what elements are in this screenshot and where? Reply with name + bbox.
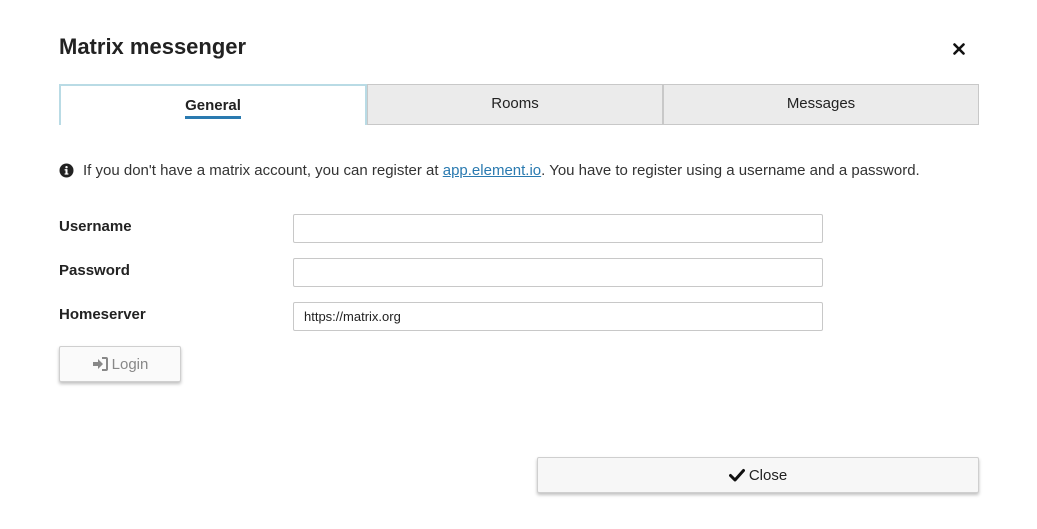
info-circle-icon [59, 163, 74, 178]
username-input[interactable] [293, 214, 823, 243]
username-label: Username [59, 218, 132, 235]
login-button-label: Login [111, 355, 149, 373]
homeserver-input[interactable] [293, 302, 823, 331]
close-button[interactable]: Close [537, 457, 979, 493]
tab-messages[interactable]: Messages [663, 84, 979, 125]
info-message: If you don't have a matrix account, you … [59, 162, 920, 179]
tab-bar: General Rooms Messages [59, 84, 979, 125]
homeserver-label: Homeserver [59, 306, 146, 323]
info-text-after: . You have to register using a username … [541, 162, 920, 179]
check-icon [728, 468, 745, 482]
tab-messages-label: Messages [786, 95, 856, 112]
sign-in-icon [92, 357, 108, 371]
password-input[interactable] [293, 258, 823, 287]
close-button-label: Close [748, 466, 788, 484]
matrix-messenger-dialog: Matrix messenger General Rooms Messages … [0, 0, 1037, 529]
register-link[interactable]: app.element.io [443, 162, 541, 179]
password-label: Password [59, 262, 130, 279]
dialog-title: Matrix messenger [59, 34, 247, 59]
tab-rooms-label: Rooms [491, 95, 539, 112]
tab-general-label: General [185, 97, 241, 119]
tab-rooms[interactable]: Rooms [367, 84, 663, 125]
close-icon[interactable] [948, 38, 970, 60]
login-button[interactable]: Login [59, 346, 181, 382]
tab-general[interactable]: General [59, 84, 367, 125]
info-text-before: If you don't have a matrix account, you … [83, 162, 443, 179]
